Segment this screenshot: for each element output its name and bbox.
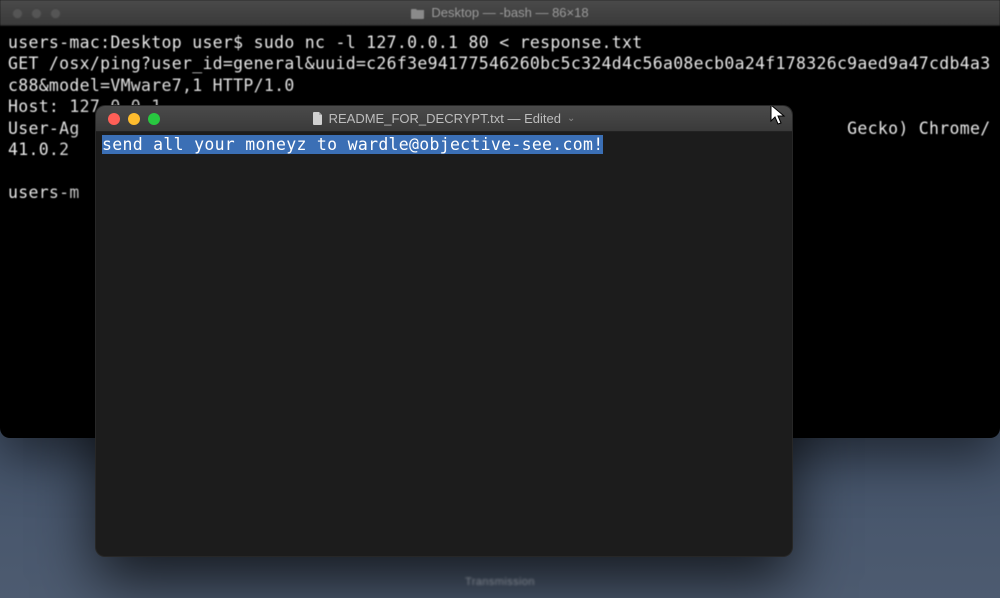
maximize-icon[interactable] xyxy=(148,113,160,125)
terminal-line: users-m xyxy=(8,183,80,202)
maximize-icon[interactable] xyxy=(50,8,61,19)
selected-text[interactable]: send all your moneyz to wardle@objective… xyxy=(102,135,603,154)
close-icon[interactable] xyxy=(108,113,120,125)
textedit-window[interactable]: README_FOR_DECRYPT.txt — Edited ⌄ send a… xyxy=(95,105,793,557)
terminal-traffic-lights[interactable] xyxy=(12,8,61,19)
textedit-titlebar[interactable]: README_FOR_DECRYPT.txt — Edited ⌄ xyxy=(96,106,792,132)
terminal-line: users-mac:Desktop user$ sudo nc -l 127.0… xyxy=(8,33,643,52)
dock-app-label: Transmission xyxy=(465,576,535,588)
document-icon xyxy=(313,112,323,125)
terminal-title: Desktop — -bash — 86×18 xyxy=(431,5,588,20)
textedit-content[interactable]: send all your moneyz to wardle@objective… xyxy=(96,132,792,158)
terminal-line: GET /osx/ping?user_id=general&uuid=c26f3… xyxy=(8,54,990,94)
chevron-down-icon[interactable]: ⌄ xyxy=(567,113,575,124)
minimize-icon[interactable] xyxy=(128,113,140,125)
mouse-cursor-icon xyxy=(769,105,789,127)
minimize-icon[interactable] xyxy=(31,8,42,19)
close-icon[interactable] xyxy=(12,8,23,19)
terminal-titlebar[interactable]: Desktop — -bash — 86×18 xyxy=(0,0,1000,26)
folder-icon xyxy=(411,7,425,19)
textedit-title[interactable]: README_FOR_DECRYPT.txt — Edited xyxy=(329,111,561,126)
textedit-traffic-lights[interactable] xyxy=(108,113,160,125)
